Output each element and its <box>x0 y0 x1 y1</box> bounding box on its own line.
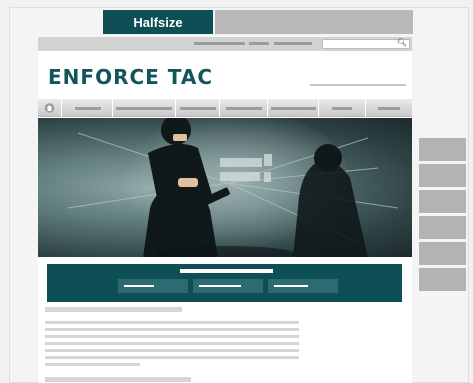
side-button[interactable] <box>419 242 466 265</box>
nav-item[interactable] <box>176 99 220 117</box>
tactical-soldiers-illustration <box>67 118 399 257</box>
side-button[interactable] <box>419 268 466 291</box>
side-button[interactable] <box>419 138 466 161</box>
nav-item[interactable] <box>220 99 268 117</box>
main-navigation <box>38 99 412 117</box>
nav-item[interactable] <box>319 99 366 117</box>
top-link[interactable] <box>249 42 269 45</box>
top-link[interactable] <box>274 42 312 45</box>
top-link[interactable] <box>194 42 245 45</box>
text-line-placeholder <box>45 356 299 359</box>
site-logo[interactable]: ENFORCE TAC <box>48 65 213 89</box>
text-line-placeholder <box>45 363 140 366</box>
cta-button[interactable] <box>118 279 188 293</box>
nav-item[interactable] <box>63 99 113 117</box>
nav-home[interactable] <box>38 99 62 117</box>
text-line-placeholder <box>45 328 299 331</box>
text-heading-placeholder <box>45 377 191 382</box>
tab-inactive[interactable] <box>215 10 413 34</box>
home-icon <box>44 103 55 113</box>
side-button[interactable] <box>419 190 466 213</box>
side-button[interactable] <box>419 216 466 239</box>
cta-title-placeholder <box>180 269 273 273</box>
nav-item[interactable] <box>366 99 412 117</box>
top-bar: 🔍︎ <box>38 37 412 51</box>
text-line-placeholder <box>45 349 299 352</box>
header-placeholder-line <box>310 84 406 86</box>
text-line-placeholder <box>45 335 299 338</box>
tab-halfsize-label: Halfsize <box>133 14 183 30</box>
text-heading-placeholder <box>45 307 182 312</box>
search-input[interactable]: 🔍︎ <box>322 38 410 49</box>
text-line-placeholder <box>45 342 299 345</box>
search-icon[interactable]: 🔍︎ <box>397 38 407 47</box>
hero-banner-image <box>38 118 412 257</box>
side-button[interactable] <box>419 164 466 187</box>
nav-item[interactable] <box>113 99 176 117</box>
text-line-placeholder <box>45 321 299 324</box>
cta-panel <box>47 264 402 302</box>
nav-item[interactable] <box>268 99 319 117</box>
page-preview: 🔍︎ ENFORCE TAC <box>38 37 412 383</box>
cta-button[interactable] <box>268 279 338 293</box>
tab-halfsize[interactable]: Halfsize <box>103 10 213 34</box>
cta-button[interactable] <box>193 279 263 293</box>
